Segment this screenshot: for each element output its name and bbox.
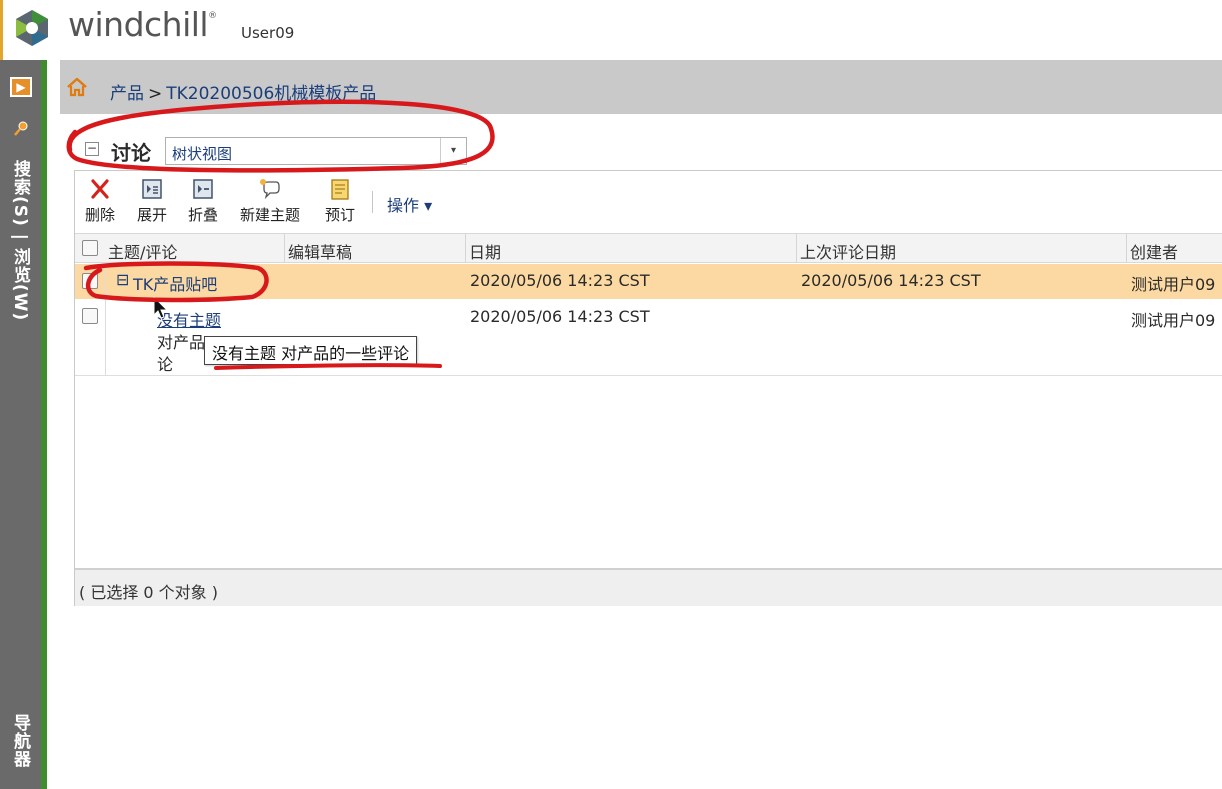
delete-label: 删除 xyxy=(85,206,116,224)
discussion-table: 删除 展开 折叠 新建主题 预订 操作 ▾ 主题/评论 编辑草稿 日期 上次评论… xyxy=(74,170,1222,606)
navigator-panel: ▶ 搜索(S) | 浏览(W) 导航器 xyxy=(0,60,47,789)
expand-label: 展开 xyxy=(137,206,168,224)
breadcrumb-separator: > xyxy=(148,84,163,104)
row-checkbox[interactable] xyxy=(82,273,98,289)
section-title: 讨论 xyxy=(111,141,151,165)
select-all-checkbox[interactable] xyxy=(82,240,98,256)
collapse-icon xyxy=(193,179,213,199)
delete-button[interactable]: 删除 xyxy=(85,177,115,225)
table-row[interactable]: ⊟ TK产品贴吧 2020/05/06 14:23 CST 2020/05/06… xyxy=(75,264,1222,299)
column-divider[interactable] xyxy=(1126,234,1127,263)
last-comment-date-cell: 2020/05/06 14:23 CST xyxy=(801,271,981,290)
breadcrumb-root-link[interactable]: 产品 xyxy=(110,84,144,104)
row-checkbox[interactable] xyxy=(82,308,98,324)
expand-button[interactable]: 展开 xyxy=(137,177,167,225)
column-header-creator[interactable]: 创建者 xyxy=(1130,239,1178,263)
selection-count: ( 已选择 0 个对象 ) xyxy=(79,583,219,602)
actions-menu[interactable]: 操作 ▾ xyxy=(387,192,432,216)
table-toolbar: 删除 展开 折叠 新建主题 预订 操作 ▾ xyxy=(75,171,1222,233)
column-header-draft[interactable]: 编辑草稿 xyxy=(288,239,352,263)
creator-cell: 测试用户09 xyxy=(1131,275,1216,294)
main-content: − 讨论 树状视图 ▾ 删除 展开 折叠 新建主题 预订 操作 ▾ 主题/评论 … xyxy=(60,114,1222,789)
tree-expander-icon[interactable]: ⊟ xyxy=(116,270,129,289)
column-divider[interactable] xyxy=(796,234,797,263)
comment-preview-line: 论 xyxy=(157,355,174,374)
date-cell: 2020/05/06 14:23 CST xyxy=(470,271,650,290)
breadcrumb-current-link[interactable]: TK20200506机械模板产品 xyxy=(166,84,376,104)
view-select-value: 树状视图 xyxy=(172,145,233,163)
table-header: 主题/评论 编辑草稿 日期 上次评论日期 创建者 xyxy=(75,233,1222,263)
app-header: windchill® User09 xyxy=(0,0,1222,60)
topic-link[interactable]: TK产品贴吧 xyxy=(133,271,217,295)
expand-icon xyxy=(142,179,162,199)
windchill-logo-text: windchill® xyxy=(68,5,217,44)
column-divider[interactable] xyxy=(284,234,285,263)
column-header-date[interactable]: 日期 xyxy=(469,239,501,263)
search-browse-tab[interactable]: 搜索(S) | 浏览(W) xyxy=(8,160,33,321)
windchill-logo-icon xyxy=(16,10,48,46)
navigator-toggle-button[interactable]: ▶ xyxy=(10,77,32,97)
subscribe-icon xyxy=(331,179,349,200)
column-header-last-comment-date[interactable]: 上次评论日期 xyxy=(800,239,896,263)
toolbar-divider xyxy=(372,191,373,213)
home-icon[interactable] xyxy=(66,76,88,98)
new-topic-button[interactable]: 新建主题 xyxy=(240,177,300,225)
breadcrumb-bar: 产品 > TK20200506机械模板产品 xyxy=(60,60,1222,114)
new-topic-label: 新建主题 xyxy=(240,206,301,224)
delete-icon xyxy=(91,179,109,199)
collapse-button[interactable]: 折叠 xyxy=(188,177,218,225)
section-collapse-toggle[interactable]: − xyxy=(85,142,99,156)
date-cell: 2020/05/06 14:23 CST xyxy=(470,307,650,326)
subscribe-button[interactable]: 预订 xyxy=(325,177,355,225)
chevron-down-icon[interactable]: ▾ xyxy=(440,138,466,164)
column-divider[interactable] xyxy=(465,234,466,263)
new-topic-icon xyxy=(260,179,280,200)
header-accent-bar xyxy=(0,0,3,60)
collapse-label: 折叠 xyxy=(188,206,219,224)
view-select-dropdown[interactable]: 树状视图 ▾ xyxy=(165,137,467,165)
creator-cell: 测试用户09 xyxy=(1131,311,1216,330)
comment-preview-line: 对产品 xyxy=(157,333,206,352)
table-status-bar: ( 已选择 0 个对象 ) xyxy=(75,568,1222,606)
checkbox-column-divider xyxy=(105,264,106,376)
column-header-topic[interactable]: 主题/评论 xyxy=(108,239,177,263)
user-name[interactable]: User09 xyxy=(241,24,294,42)
breadcrumb: 产品 > TK20200506机械模板产品 xyxy=(110,79,376,104)
search-icon[interactable] xyxy=(12,120,30,138)
navigator-label[interactable]: 导航器 xyxy=(8,714,33,768)
comment-tooltip: 没有主题 对产品的一些评论 xyxy=(204,336,418,365)
subscribe-label: 预订 xyxy=(325,206,356,224)
mouse-pointer-icon xyxy=(153,296,169,319)
